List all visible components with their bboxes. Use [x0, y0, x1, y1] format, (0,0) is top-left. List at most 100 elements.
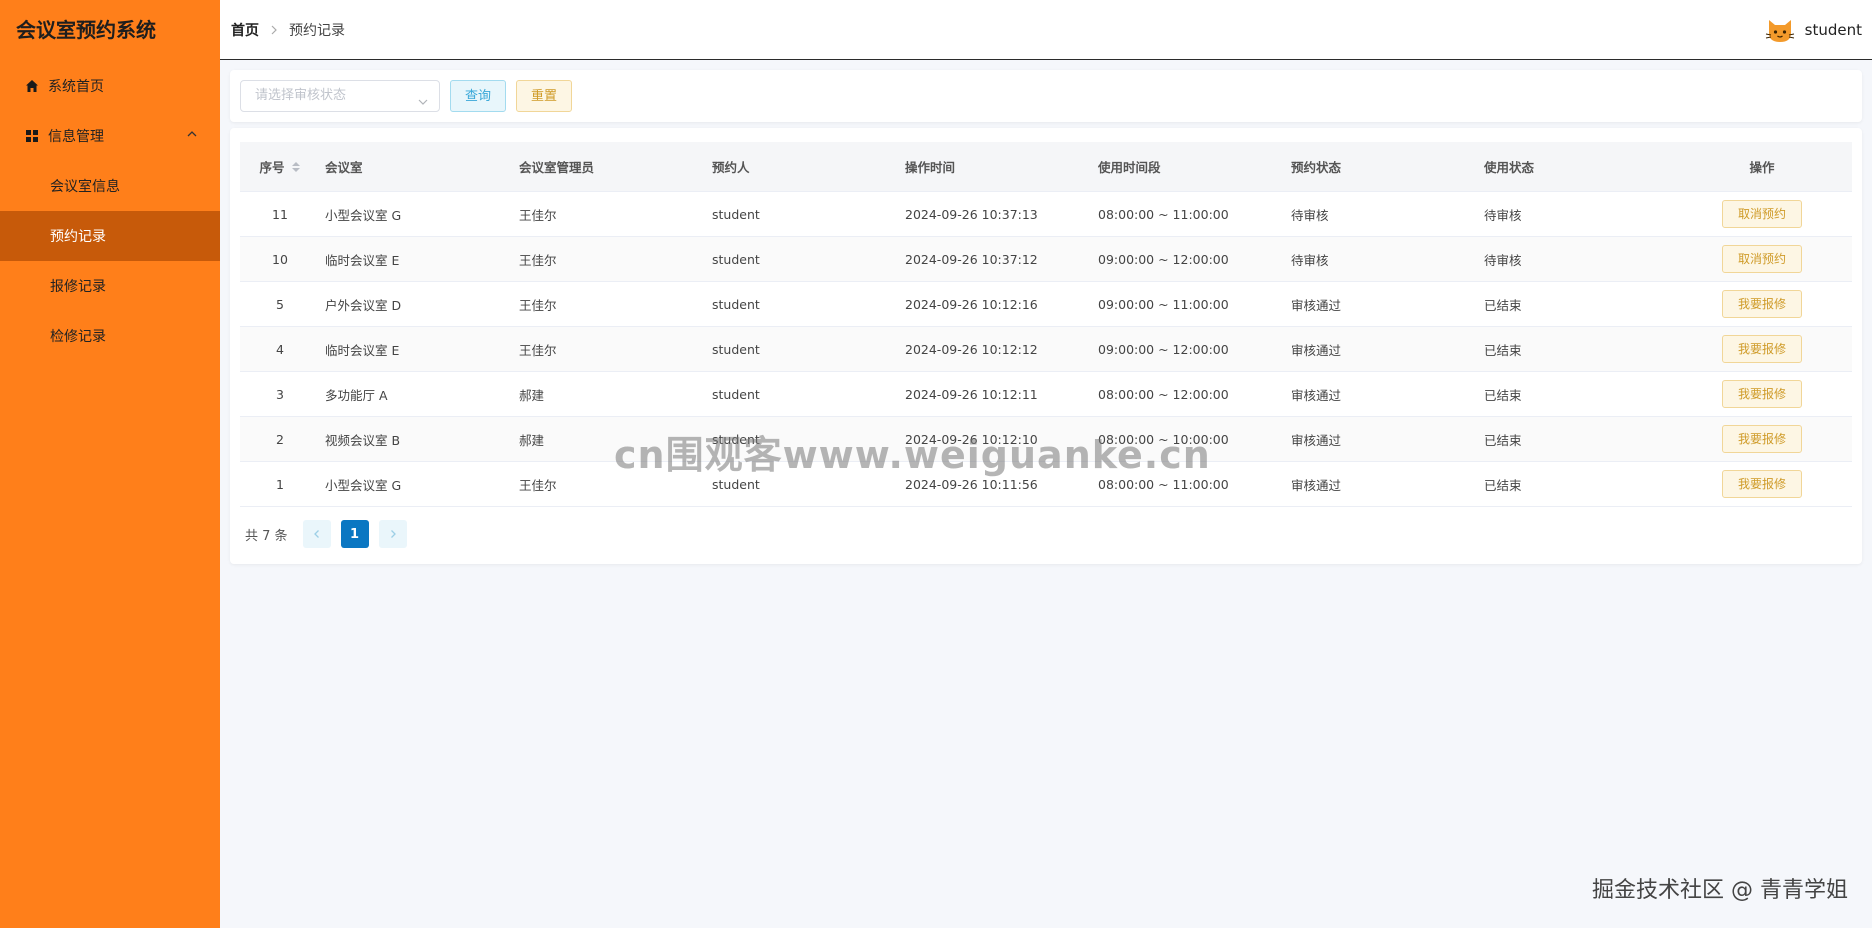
cell-booking-status: 待审核 — [1291, 207, 1329, 223]
cat-avatar-icon — [1764, 14, 1796, 46]
cell-id: 10 — [272, 251, 288, 267]
sidebar-item-label: 系统首页 — [48, 79, 104, 95]
chevron-up-icon — [186, 128, 198, 144]
cell-booking-status: 审核通过 — [1291, 297, 1342, 313]
breadcrumb-current: 预约记录 — [289, 23, 345, 39]
chevron-left-icon — [313, 530, 319, 538]
table-row: 10 临时会议室 E 王佳尔 student 2024-09-26 10:37:… — [240, 237, 1852, 282]
col-header-admin: 会议室管理员 — [519, 160, 595, 175]
cell-actions: 取消预约 — [1672, 245, 1852, 273]
status-select[interactable]: 请选择审核状态 — [240, 80, 440, 112]
col-header-room: 会议室 — [325, 160, 363, 175]
cell-use-status: 已结束 — [1484, 477, 1522, 493]
cell-booking-status: 审核通过 — [1291, 432, 1342, 448]
cell-op-time: 2024-09-26 10:37:12 — [905, 251, 1038, 267]
prev-page-button[interactable] — [302, 520, 331, 548]
cell-admin: 王佳尔 — [519, 252, 557, 268]
search-panel: 请选择审核状态 查询 重置 — [230, 70, 1862, 122]
sidebar-item-maintenance-records[interactable]: 检修记录 — [0, 311, 220, 361]
pagination-total: 共 7 条 — [245, 528, 288, 544]
status-select-placeholder: 请选择审核状态 — [255, 88, 347, 103]
cell-actions: 取消预约 — [1672, 200, 1852, 228]
cell-room: 小型会议室 G — [325, 207, 402, 223]
cell-use-status: 已结束 — [1484, 297, 1522, 313]
report-repair-button[interactable]: 我要报修 — [1721, 335, 1802, 363]
cell-period: 09:00:00 ~ 12:00:00 — [1098, 251, 1229, 267]
watermark-center: cn围观客www.weiguanke.cn — [614, 433, 1211, 477]
grid-icon — [24, 128, 40, 144]
sidebar-item-label: 预约记录 — [50, 229, 106, 245]
cell-room: 视频会议室 B — [325, 432, 401, 448]
cell-op-time: 2024-09-26 10:12:12 — [905, 341, 1038, 357]
cell-actions: 我要报修 — [1672, 470, 1852, 498]
app-title: 会议室预约系统 — [16, 18, 156, 42]
breadcrumb: 首页 预约记录 — [231, 20, 345, 40]
cell-id: 5 — [276, 296, 284, 312]
report-repair-button[interactable]: 我要报修 — [1721, 425, 1802, 453]
table-row: 11 小型会议室 G 王佳尔 student 2024-09-26 10:37:… — [240, 192, 1852, 237]
cell-op-time: 2024-09-26 10:12:11 — [905, 386, 1038, 402]
cell-admin: 王佳尔 — [519, 297, 557, 313]
chevron-right-icon — [269, 25, 279, 35]
col-header-label: 序号 — [259, 160, 285, 175]
cancel-booking-button[interactable]: 取消预约 — [1721, 245, 1802, 273]
cell-booker: student — [712, 386, 760, 402]
cell-room: 小型会议室 G — [325, 477, 402, 493]
sort-icon[interactable] — [291, 161, 301, 173]
cell-period: 09:00:00 ~ 12:00:00 — [1098, 341, 1229, 357]
table-row: 5 户外会议室 D 王佳尔 student 2024-09-26 10:12:1… — [240, 282, 1852, 327]
cancel-booking-button[interactable]: 取消预约 — [1721, 200, 1802, 228]
cell-admin: 王佳尔 — [519, 342, 557, 358]
sidebar-item-room-info[interactable]: 会议室信息 — [0, 161, 220, 211]
cell-op-time: 2024-09-26 10:37:13 — [905, 206, 1038, 222]
col-header-id[interactable]: 序号 — [240, 157, 320, 176]
col-header-use-status: 使用状态 — [1484, 160, 1535, 175]
cell-booker: student — [712, 206, 760, 222]
sidebar-item-booking-records[interactable]: 预约记录 — [0, 211, 220, 261]
reset-button[interactable]: 重置 — [516, 80, 572, 112]
sidebar-item-home[interactable]: 系统首页 — [0, 61, 220, 111]
col-header-booking-status: 预约状态 — [1291, 160, 1342, 175]
sidebar-item-label: 会议室信息 — [50, 179, 120, 195]
cell-use-status: 已结束 — [1484, 387, 1522, 403]
cell-booker: student — [712, 341, 760, 357]
sidebar-item-label: 报修记录 — [50, 279, 106, 295]
sidebar-item-repair-records[interactable]: 报修记录 — [0, 261, 220, 311]
table-header: 序号 会议室 会议室管理员 预约人 操作时间 使用时间段 预约状态 使用状态 操… — [240, 142, 1852, 192]
cell-admin: 郝建 — [519, 387, 545, 403]
cell-period: 08:00:00 ~ 11:00:00 — [1098, 206, 1229, 222]
cell-admin: 王佳尔 — [519, 207, 557, 223]
sidebar-item-info-management[interactable]: 信息管理 — [0, 111, 220, 161]
col-header-actions: 操作 — [1749, 160, 1775, 175]
breadcrumb-home[interactable]: 首页 — [231, 20, 259, 40]
report-repair-button[interactable]: 我要报修 — [1721, 470, 1802, 498]
cell-actions: 我要报修 — [1672, 335, 1852, 363]
chevron-down-icon — [417, 90, 429, 120]
next-page-button[interactable] — [378, 520, 407, 548]
home-icon — [24, 78, 40, 94]
cell-use-status: 待审核 — [1484, 207, 1522, 223]
username: student — [1804, 21, 1862, 39]
col-header-period: 使用时间段 — [1098, 160, 1161, 175]
cell-booker: student — [712, 296, 760, 312]
sidebar-item-label: 信息管理 — [48, 129, 104, 145]
cell-period: 08:00:00 ~ 12:00:00 — [1098, 386, 1229, 402]
booking-table-panel: 序号 会议室 会议室管理员 预约人 操作时间 使用时间段 预约状态 使用状态 操… — [230, 128, 1862, 564]
sidebar-item-label: 检修记录 — [50, 329, 106, 345]
report-repair-button[interactable]: 我要报修 — [1721, 380, 1802, 408]
page-number-button[interactable]: 1 — [340, 520, 369, 548]
cell-room: 户外会议室 D — [325, 297, 402, 313]
pagination: 共 7 条 1 — [245, 520, 417, 548]
cell-period: 09:00:00 ~ 11:00:00 — [1098, 296, 1229, 312]
cell-booking-status: 审核通过 — [1291, 477, 1342, 493]
cell-id: 1 — [276, 476, 284, 492]
app-root: 会议室预约系统 系统首页 信息管理 会议室信息 预约记录 报修记录 检修记录 首… — [0, 0, 1872, 928]
user-menu[interactable]: student — [1764, 14, 1862, 46]
query-button[interactable]: 查询 — [450, 80, 506, 112]
cell-booking-status: 审核通过 — [1291, 342, 1342, 358]
cell-actions: 我要报修 — [1672, 425, 1852, 453]
table-row: 4 临时会议室 E 王佳尔 student 2024-09-26 10:12:1… — [240, 327, 1852, 372]
cell-room: 多功能厅 A — [325, 387, 388, 403]
report-repair-button[interactable]: 我要报修 — [1721, 290, 1802, 318]
cell-room: 临时会议室 E — [325, 342, 400, 358]
